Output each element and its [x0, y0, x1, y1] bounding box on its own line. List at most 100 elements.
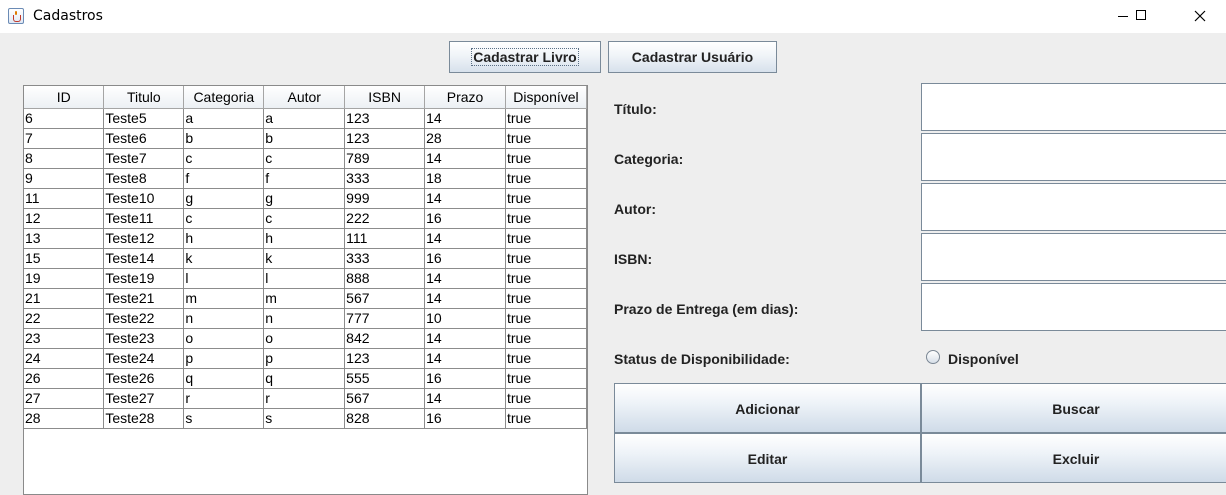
- autor-field[interactable]: [921, 183, 1226, 231]
- adicionar-button[interactable]: Adicionar: [614, 383, 921, 433]
- table-cell[interactable]: b: [263, 128, 346, 149]
- table-row[interactable]: 13 Teste12 h h 111 14 true: [24, 228, 587, 249]
- table-cell[interactable]: 14: [424, 388, 506, 409]
- cadastrar-livro-button[interactable]: Cadastrar Livro: [449, 41, 601, 73]
- table-cell[interactable]: 14: [424, 108, 506, 129]
- table-cell[interactable]: 15: [24, 248, 105, 269]
- table-cell[interactable]: q: [183, 368, 265, 389]
- table-cell[interactable]: true: [505, 248, 587, 269]
- table-cell[interactable]: c: [183, 208, 265, 229]
- table-cell[interactable]: a: [263, 108, 346, 129]
- table-cell[interactable]: 28: [24, 408, 105, 429]
- books-table[interactable]: ID Titulo Categoria Autor ISBN Prazo Disponíve…: [23, 85, 588, 495]
- table-cell[interactable]: Teste24: [103, 348, 185, 369]
- table-cell[interactable]: 18: [424, 168, 506, 189]
- table-cell[interactable]: 123: [344, 348, 426, 369]
- table-row[interactable]: 27 Teste27 r r 567 14 true: [24, 388, 587, 409]
- column-header[interactable]: ISBN: [344, 86, 426, 109]
- table-cell[interactable]: Teste5: [103, 108, 185, 129]
- table-cell[interactable]: 333: [344, 248, 426, 269]
- table-cell[interactable]: true: [505, 288, 587, 309]
- table-row[interactable]: 24 Teste24 p p 123 14 true: [24, 348, 587, 369]
- table-cell[interactable]: b: [183, 128, 265, 149]
- table-cell[interactable]: g: [183, 188, 265, 209]
- table-cell[interactable]: Teste6: [103, 128, 185, 149]
- table-cell[interactable]: true: [505, 148, 587, 169]
- table-cell[interactable]: 23: [24, 328, 105, 349]
- table-cell[interactable]: n: [183, 308, 265, 329]
- table-cell[interactable]: 16: [424, 408, 506, 429]
- prazo-entrega-field[interactable]: [921, 283, 1226, 331]
- column-header[interactable]: Autor: [263, 86, 346, 109]
- table-cell[interactable]: Teste22: [103, 308, 185, 329]
- table-cell[interactable]: 10: [424, 308, 506, 329]
- table-cell[interactable]: k: [183, 248, 265, 269]
- table-cell[interactable]: 12: [24, 208, 105, 229]
- table-cell[interactable]: o: [263, 328, 346, 349]
- table-cell[interactable]: 567: [344, 388, 426, 409]
- table-cell[interactable]: 842: [344, 328, 426, 349]
- table-cell[interactable]: g: [263, 188, 346, 209]
- table-cell[interactable]: k: [263, 248, 346, 269]
- table-cell[interactable]: c: [183, 148, 265, 169]
- table-row[interactable]: 9 Teste8 f f 333 18 true: [24, 168, 587, 189]
- table-cell[interactable]: 22: [24, 308, 105, 329]
- table-row[interactable]: 7 Teste6 b b 123 28 true: [24, 128, 587, 149]
- table-row[interactable]: 23 Teste23 o o 842 14 true: [24, 328, 587, 349]
- table-cell[interactable]: 567: [344, 288, 426, 309]
- table-cell[interactable]: Teste11: [103, 208, 185, 229]
- table-cell[interactable]: 21: [24, 288, 105, 309]
- table-cell[interactable]: 16: [424, 368, 506, 389]
- table-cell[interactable]: 123: [344, 128, 426, 149]
- table-cell[interactable]: 14: [424, 268, 506, 289]
- table-cell[interactable]: Teste14: [103, 248, 185, 269]
- table-cell[interactable]: 27: [24, 388, 105, 409]
- table-row[interactable]: 21 Teste21 m m 567 14 true: [24, 288, 587, 309]
- categoria-field[interactable]: [921, 133, 1226, 181]
- table-cell[interactable]: true: [505, 108, 587, 129]
- table-cell[interactable]: 111: [344, 228, 426, 249]
- table-cell[interactable]: 13: [24, 228, 105, 249]
- isbn-field[interactable]: [921, 233, 1226, 281]
- table-row[interactable]: 6 Teste5 a a 123 14 true: [24, 108, 587, 129]
- table-cell[interactable]: s: [183, 408, 265, 429]
- table-row[interactable]: 15 Teste14 k k 333 16 true: [24, 248, 587, 269]
- table-cell[interactable]: 888: [344, 268, 426, 289]
- table-cell[interactable]: 333: [344, 168, 426, 189]
- disponivel-label[interactable]: Disponível: [948, 351, 1019, 367]
- excluir-button[interactable]: Excluir: [921, 433, 1226, 483]
- table-cell[interactable]: Teste26: [103, 368, 185, 389]
- table-cell[interactable]: a: [183, 108, 265, 129]
- column-header[interactable]: Disponível: [505, 86, 587, 109]
- column-header[interactable]: ID: [24, 86, 105, 109]
- table-cell[interactable]: Teste19: [103, 268, 185, 289]
- table-cell[interactable]: true: [505, 368, 587, 389]
- close-button[interactable]: [1180, 0, 1226, 33]
- table-row[interactable]: 12 Teste11 c c 222 16 true: [24, 208, 587, 229]
- table-cell[interactable]: p: [183, 348, 265, 369]
- table-cell[interactable]: 24: [24, 348, 105, 369]
- table-cell[interactable]: n: [263, 308, 346, 329]
- table-cell[interactable]: 14: [424, 188, 506, 209]
- table-cell[interactable]: Teste21: [103, 288, 185, 309]
- table-cell[interactable]: 26: [24, 368, 105, 389]
- table-cell[interactable]: 555: [344, 368, 426, 389]
- table-cell[interactable]: 6: [24, 108, 105, 129]
- table-cell[interactable]: 789: [344, 148, 426, 169]
- table-row[interactable]: 26 Teste26 q q 555 16 true: [24, 368, 587, 389]
- table-cell[interactable]: 8: [24, 148, 105, 169]
- table-cell[interactable]: true: [505, 188, 587, 209]
- table-cell[interactable]: Teste10: [103, 188, 185, 209]
- table-cell[interactable]: 9: [24, 168, 105, 189]
- titulo-field[interactable]: [921, 83, 1226, 131]
- buscar-button[interactable]: Buscar: [921, 383, 1226, 433]
- table-cell[interactable]: 777: [344, 308, 426, 329]
- table-cell[interactable]: Teste12: [103, 228, 185, 249]
- table-cell[interactable]: c: [263, 148, 346, 169]
- table-cell[interactable]: r: [183, 388, 265, 409]
- books-table-grid[interactable]: ID Titulo Categoria Autor ISBN Prazo Disponíve…: [24, 86, 587, 429]
- table-cell[interactable]: 14: [424, 148, 506, 169]
- table-cell[interactable]: true: [505, 348, 587, 369]
- table-cell[interactable]: true: [505, 308, 587, 329]
- table-cell[interactable]: o: [183, 328, 265, 349]
